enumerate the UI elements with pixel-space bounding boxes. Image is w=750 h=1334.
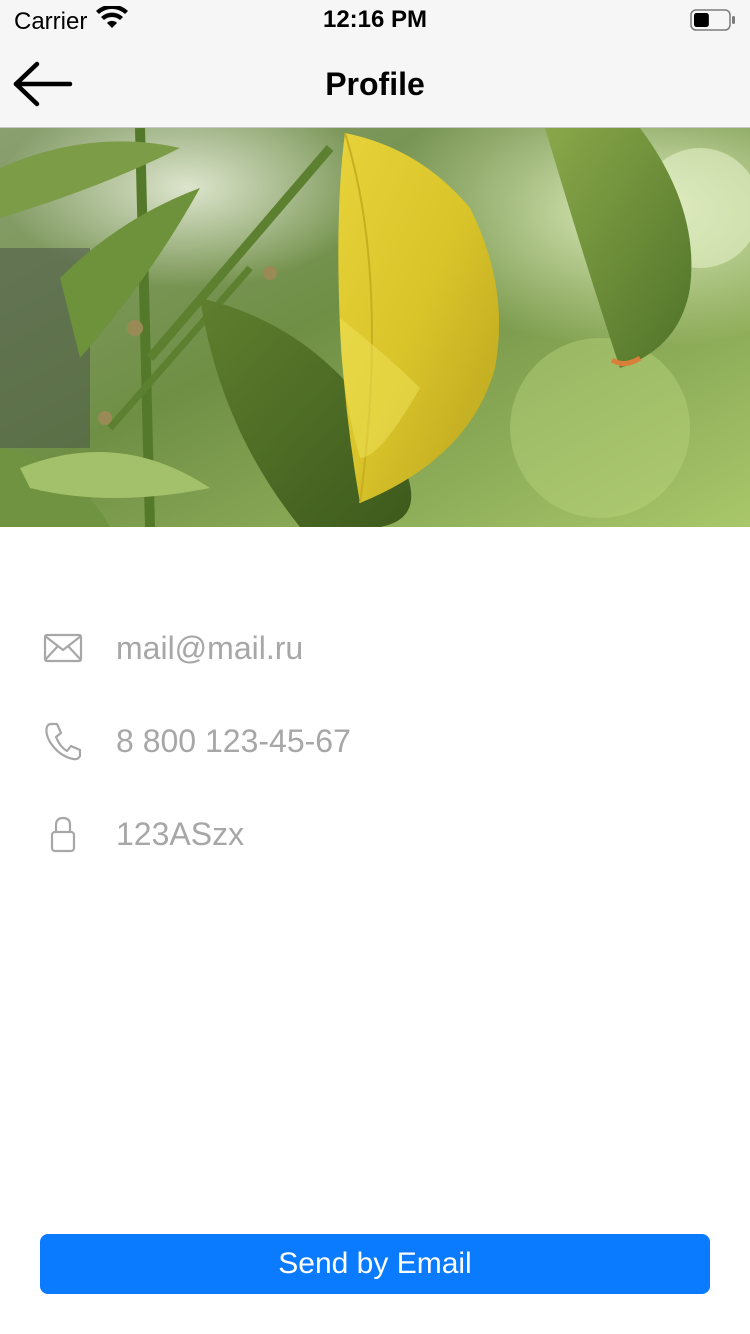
battery-icon [690, 8, 736, 32]
envelope-icon [42, 627, 84, 669]
phone-icon [42, 720, 84, 762]
navigation-bar: Profile [0, 40, 750, 128]
profile-cover-photo [0, 128, 750, 527]
password-row: 123ASzx [0, 799, 750, 869]
arrow-left-icon [13, 61, 73, 107]
status-bar: Carrier 12:16 PM [0, 0, 750, 40]
clock: 12:16 PM [322, 6, 428, 33]
lock-icon [42, 813, 84, 855]
email-row: mail@mail.ru [0, 613, 750, 683]
page-title: Profile [325, 66, 425, 102]
send-by-email-button[interactable]: Send by Email [40, 1234, 710, 1294]
phone-row: 8 800 123-45-67 [0, 706, 750, 776]
phone-value: 8 800 123-45-67 [116, 723, 351, 759]
password-value: 123ASzx [116, 816, 245, 852]
email-value: mail@mail.ru [116, 630, 304, 666]
back-button[interactable] [10, 56, 76, 112]
